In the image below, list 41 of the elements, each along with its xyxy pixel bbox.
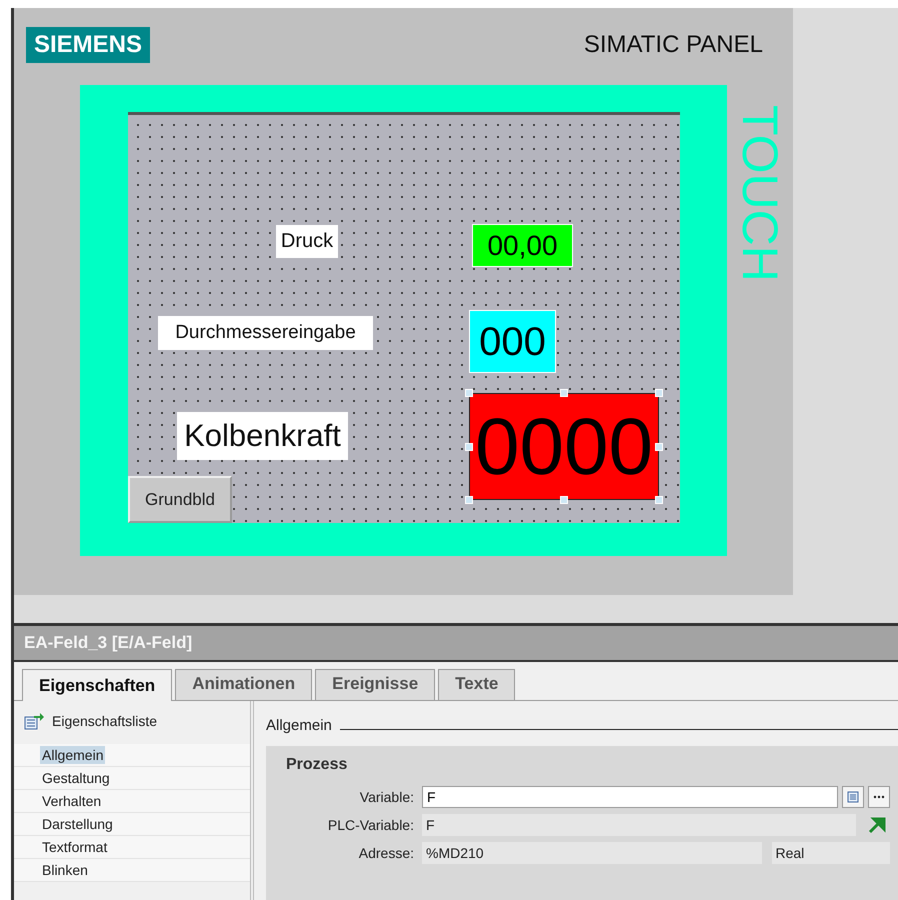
list-icon-button[interactable] [842, 786, 864, 808]
screen-label: Druck [276, 225, 338, 258]
type-field: Real [772, 842, 890, 864]
selection-handle[interactable] [655, 442, 663, 450]
section-title: Allgemein [266, 717, 332, 734]
tab[interactable]: Ereignisse [315, 669, 436, 700]
io-field[interactable]: 0000 [469, 393, 659, 500]
more-icon [873, 795, 885, 799]
variable-field[interactable]: F [422, 786, 838, 808]
list-icon [847, 791, 859, 803]
tab[interactable]: Texte [438, 669, 516, 700]
sidebar-header: Eigenschaftsliste [52, 713, 158, 729]
selection-handle[interactable] [465, 496, 473, 504]
selection-handle[interactable] [655, 389, 663, 397]
sidebar-item[interactable]: Allgemein [40, 746, 106, 764]
selection-handle[interactable] [465, 389, 473, 397]
selection-handle[interactable] [560, 496, 568, 504]
screen-label: Durchmessereingabe [158, 316, 373, 350]
group-title: Prozess [286, 756, 348, 774]
panel-model: SIMATIC PANEL [584, 31, 763, 59]
tab[interactable]: Animationen [175, 669, 312, 700]
screen-label: Kolbenkraft [177, 412, 348, 460]
io-field[interactable]: 000 [469, 310, 556, 373]
sidebar-item[interactable]: Blinken [40, 861, 90, 879]
selection-handle[interactable] [465, 442, 473, 450]
field-label: Adresse: [358, 845, 414, 861]
selection-handle[interactable] [655, 496, 663, 504]
field-label: Variable: [358, 789, 414, 805]
browse-button[interactable] [868, 786, 890, 808]
brand-logo: SIEMENS [26, 27, 150, 63]
screen-button[interactable]: Grundbld [128, 476, 232, 523]
arrow-icon[interactable] [866, 815, 886, 835]
inspector-title: EA-Feld_3 [E/A-Feld] [11, 626, 898, 662]
property-list-icon [24, 712, 44, 730]
address-field: %MD210 [422, 842, 762, 864]
field-label: PLC-Variable: [326, 817, 414, 833]
plc-variable-field: F [422, 814, 856, 836]
selection-handle[interactable] [560, 389, 568, 397]
touch-label: TOUCH [735, 105, 785, 282]
tab[interactable]: Eigenschaften [22, 669, 172, 701]
io-field[interactable]: 00,00 [472, 224, 573, 267]
